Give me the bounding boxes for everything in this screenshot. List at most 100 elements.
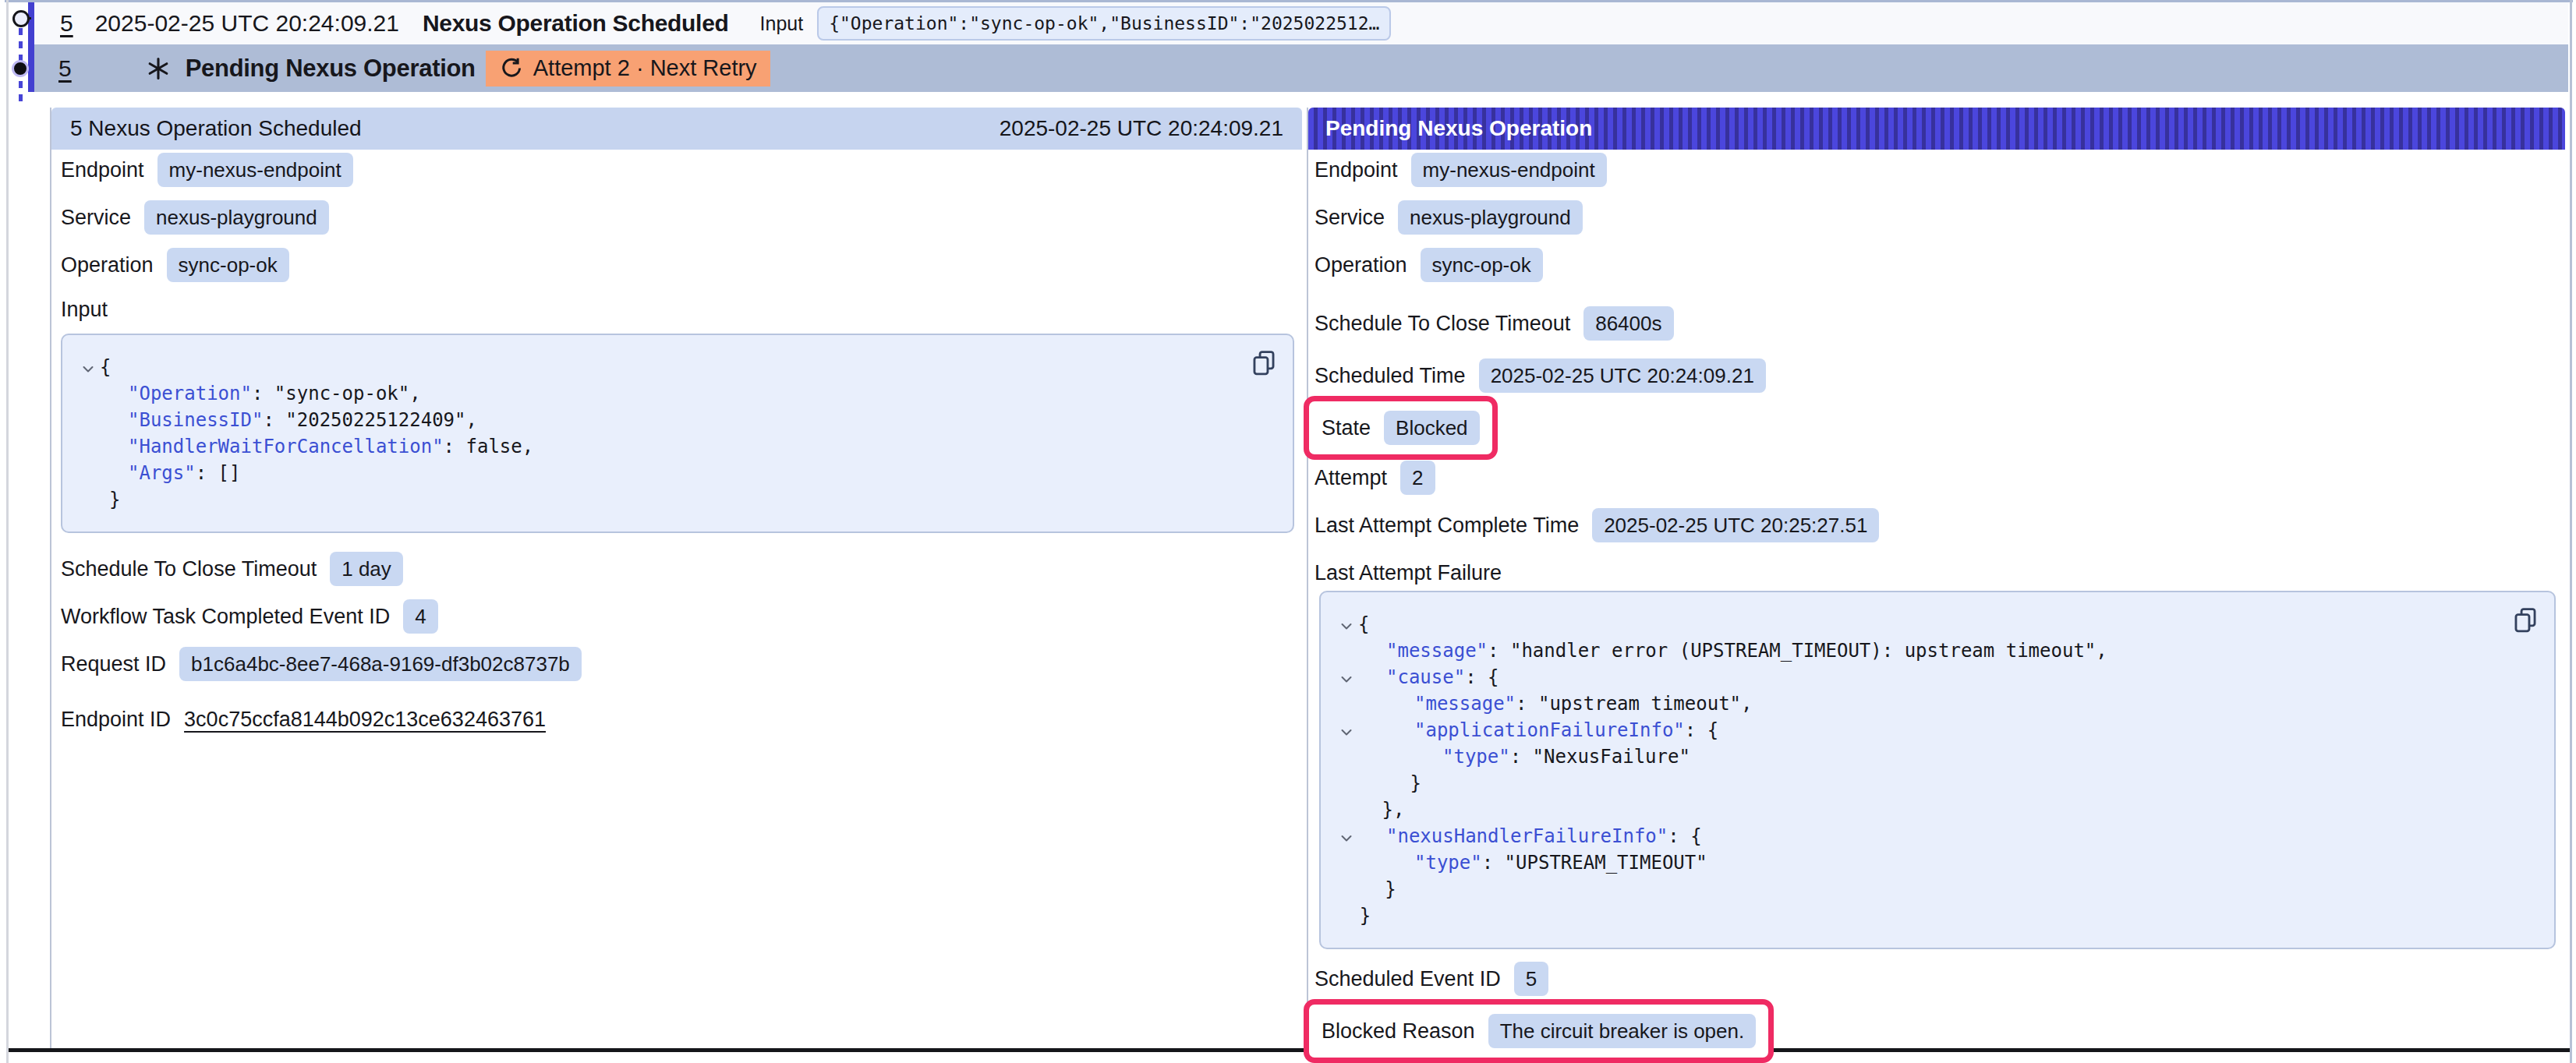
field-label: Endpoint ID [61,708,171,732]
field-label: Operation [1315,253,1407,277]
field-value: 86400s [1583,306,1673,341]
field-value: 5 [1514,962,1548,996]
field-state: State Blocked [1315,396,1498,460]
code-line: } [62,486,1293,513]
field-label: Request ID [61,652,166,676]
event-detail-expanded: 5 Nexus Operation Scheduled 2025-02-25 U… [50,108,2565,1048]
field-endpoint: Endpoint my-nexus-endpoint [1315,153,1607,187]
panel-pending-operation: Pending Nexus Operation Endpoint my-nexus… [1307,108,2565,1048]
field-value: 2 [1400,461,1435,495]
code-line: "type": "NexusFailure" [1321,743,2554,770]
left-panel-timestamp: 2025-02-25 UTC 20:24:09.21 [1000,116,1283,141]
field-label: Blocked Reason [1322,1019,1475,1044]
page-border-left [6,0,9,1063]
failure-section-label: Last Attempt Failure [1315,560,2565,586]
field-label: Scheduled Event ID [1315,967,1501,991]
field-scheduled-time: Scheduled Time 2025-02-25 UTC 20:24:09.21 [1315,358,1766,393]
code-line: "Args": [] [62,460,1293,486]
field-value: 2025-02-25 UTC 20:24:09.21 [1479,358,1766,393]
code-line: "nexusHandlerFailureInfo": { [1321,823,2554,849]
field-label: Schedule To Close Timeout [1315,312,1570,336]
right-panel-header: Pending Nexus Operation [1308,108,2565,150]
field-last-attempt-complete-time: Last Attempt Complete Time 2025-02-25 UTC… [1315,508,1879,542]
field-value: The circuit breaker is open. [1488,1014,1757,1048]
event-row-scheduled[interactable]: 5 2025-02-25 UTC 20:24:09.21 Nexus Opera… [34,2,2568,44]
input-label: Input [760,12,804,35]
panel-event-detail: 5 Nexus Operation Scheduled 2025-02-25 U… [50,108,1302,1048]
retry-icon [499,56,523,80]
code-line: } [1321,902,2554,929]
field-label: Endpoint [61,158,144,182]
field-value: 4 [403,599,437,634]
code-line: "cause": { [1321,664,2554,690]
field-label: Scheduled Time [1315,364,1466,388]
page-border-top [5,0,2573,2]
code-line: "message": "upstream timeout", [1321,690,2554,717]
field-value: b1c6a4bc-8ee7-468a-9169-df3b02c8737b [179,647,582,681]
event-id-link[interactable]: 5 [58,55,72,82]
field-service: Servicenexus-playground [1315,200,1583,235]
field-value: my-nexus-endpoint [157,153,353,187]
field-value: 2025-02-25 UTC 20:25:27.51 [1592,508,1879,542]
code-line: "Operation": "sync-op-ok", [62,380,1293,407]
page-border-right [2570,0,2572,1063]
event-history-page: 5 2025-02-25 UTC 20:24:09.21 Nexus Opera… [0,0,2576,1063]
code-line: } [1321,876,2554,902]
event-row-pending[interactable]: 5 Pending Nexus Operation Attempt 2 · Ne… [34,44,2568,92]
left-panel-title: 5 Nexus Operation Scheduled [70,116,362,141]
code-line: "HandlerWaitForCancellation": false, [62,433,1293,460]
field-endpoint-id: Endpoint ID 3c0c75ccfa8144b092c13ce632463… [61,702,546,736]
highlight-box: State Blocked [1304,396,1498,460]
field-attempt: Attempt 2 [1315,461,1435,495]
field-operation: Operation sync-op-ok [61,248,289,282]
field-label: Schedule To Close Timeout [61,557,317,581]
field-label: Endpoint [1315,158,1398,182]
field-label: Service [61,206,131,230]
asterisk-icon [146,56,171,81]
code-line: { [62,354,1293,380]
code-line: "BusinessID": "20250225122409", [62,407,1293,433]
event-time: 2025-02-25 UTC 20:24:09.21 [95,10,399,37]
code-line: } [1321,770,2554,796]
code-line: }, [1321,796,2554,823]
field-value: Blocked [1384,411,1480,445]
field-scheduled-event-id: Scheduled Event ID 5 [1315,962,1548,996]
input-preview-chip[interactable]: {"Operation":"sync-op-ok","BusinessID":"… [817,6,1391,41]
code-line: "message": "handler error (UPSTREAM_TIME… [1321,637,2554,664]
event-id-link[interactable]: 5 [60,10,73,37]
code-line: "applicationFailureInfo": { [1321,717,2554,743]
field-label: Attempt [1315,466,1387,490]
field-blocked-reason: Blocked Reason The circuit breaker is ope… [1315,999,1774,1063]
field-value: nexus-playground [1398,200,1583,235]
code-line: "type": "UPSTREAM_TIMEOUT" [1321,849,2554,876]
field-request-id: Request ID b1c6a4bc-8ee7-468a-9169-df3b02… [61,647,582,681]
timeline-open-circle-icon [12,10,30,27]
field-workflow-task-completed-event-id: Workflow Task Completed Event ID 4 [61,599,438,634]
field-value: sync-op-ok [1421,248,1543,282]
field-value: my-nexus-endpoint [1411,153,1607,187]
highlight-box: Blocked Reason The circuit breaker is ope… [1304,999,1774,1063]
field-endpoint: Endpoint my-nexus-endpoint [61,153,353,187]
pending-operation-title: Pending Nexus Operation [186,55,476,83]
field-schedule-to-close-timeout: Schedule To Close Timeout 86400s [1315,306,1674,341]
field-operation: Operation sync-op-ok [1315,248,1543,282]
failure-json-block: {"message": "handler error (UPSTREAM_TIM… [1319,591,2556,949]
right-panel-title: Pending Nexus Operation [1325,116,1592,141]
left-panel-header: 5 Nexus Operation Scheduled 2025-02-25 U… [51,108,1302,150]
input-section-label: Input [61,296,1302,323]
field-label: Last Attempt Complete Time [1315,514,1579,538]
field-value: sync-op-ok [167,248,289,282]
input-json-block: {"Operation": "sync-op-ok","BusinessID":… [61,334,1294,533]
retry-badge-label: Attempt 2 · Next Retry [533,55,757,81]
field-value[interactable]: 3c0c75ccfa8144b092c13ce632463761 [184,708,546,732]
field-value: 1 day [330,552,403,586]
field-label: Workflow Task Completed Event ID [61,605,390,629]
field-service: Service nexus-playground [61,200,329,235]
field-schedule-to-close-timeout: Schedule To Close Timeout 1 day [61,552,403,586]
retry-badge: Attempt 2 · Next Retry [486,51,770,87]
field-label: State [1322,416,1371,440]
code-line: { [1321,611,2554,637]
timeline-filled-circle-icon [12,60,29,77]
field-label: Operation [61,253,154,277]
field-value: nexus-playground [144,200,329,235]
